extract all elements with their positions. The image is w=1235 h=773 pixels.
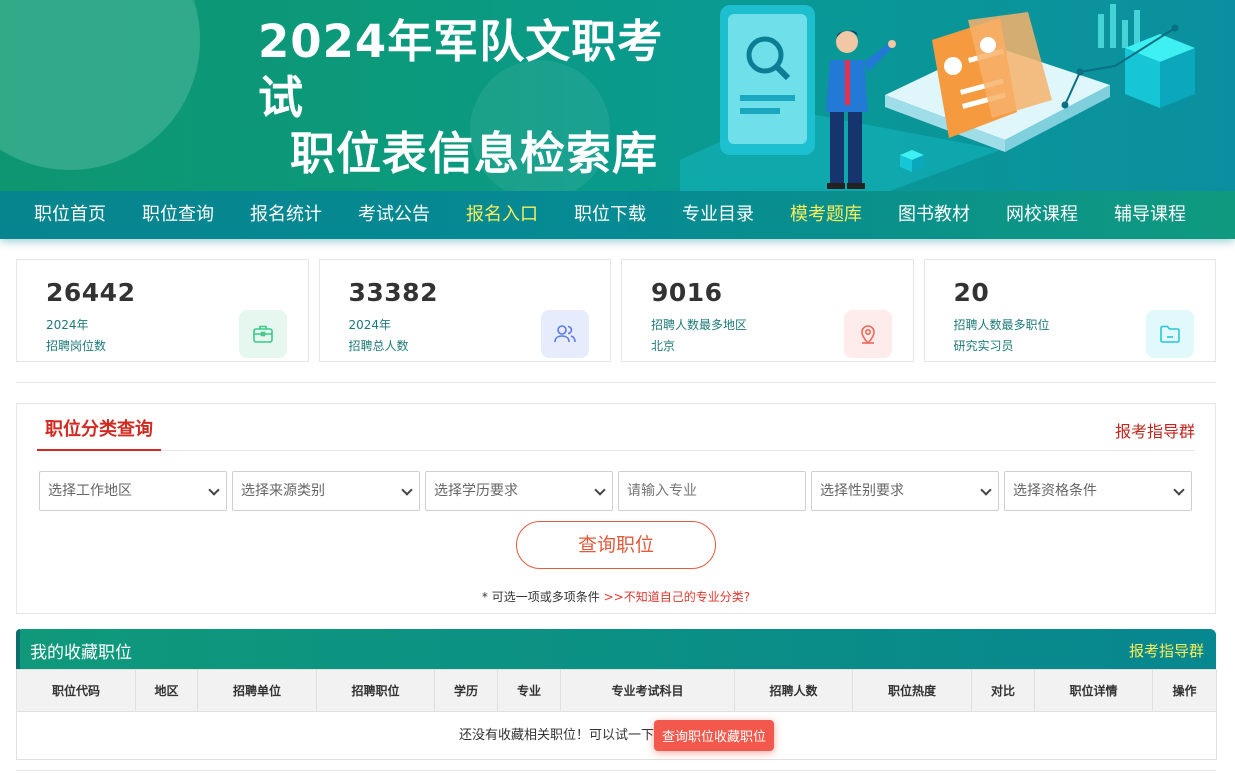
major-input[interactable]: 请输入专业 [618, 471, 806, 511]
briefcase-icon [238, 310, 287, 358]
major-category-link[interactable]: >>不知道自己的专业分类? [604, 590, 750, 604]
stat-card-top-position: 20 招聘人数最多职位 研究实习员 [923, 259, 1216, 362]
education-select[interactable]: 选择学历要求 [425, 471, 613, 511]
region-select[interactable]: 选择工作地区 [39, 471, 227, 511]
favorites-guide-link[interactable]: 报考指导群 [1129, 640, 1204, 661]
search-favorite-button[interactable]: 查询职位收藏职位 [654, 720, 775, 751]
nav-item-home[interactable]: 职位首页 [16, 191, 124, 239]
favorites-header: 我的收藏职位 报考指导群 [16, 629, 1216, 669]
gender-select[interactable]: 选择性别要求 [811, 471, 999, 511]
stat-card-positions: 26442 2024年 招聘岗位数 [16, 259, 309, 362]
nav-item-tutoring[interactable]: 辅导课程 [1096, 191, 1204, 239]
col-job-code: 职位代码 [16, 669, 136, 712]
col-employer: 招聘单位 [197, 669, 317, 712]
empty-message: 还没有收藏相关职位！可以试一下 [458, 728, 654, 743]
qualification-select[interactable]: 选择资格条件 [1004, 471, 1192, 511]
nav-item-registration-stats[interactable]: 报名统计 [232, 191, 340, 239]
stat-value: 20 [953, 278, 990, 307]
nav-item-online-courses[interactable]: 网校课程 [988, 191, 1096, 239]
search-jobs-button[interactable]: 查询职位 [516, 521, 716, 569]
banner-title-line2: 职位表信息检索库 [290, 127, 659, 180]
nav-item-registration-entry[interactable]: 报名入口 [448, 191, 556, 239]
col-details: 职位详情 [1034, 669, 1153, 712]
folder-icon [1146, 310, 1194, 358]
col-hire-count: 招聘人数 [734, 669, 853, 712]
source-select[interactable]: 选择来源类别 [232, 471, 420, 511]
hint-text: * 可选一项或多项条件 [481, 590, 600, 604]
banner-glow [0, 0, 200, 170]
col-position: 招聘职位 [316, 669, 435, 712]
header-banner: 2024年军队文职考试 职位表信息检索库 [0, 0, 1235, 191]
col-major: 专业 [497, 669, 561, 712]
favorites-table: 职位代码 地区 招聘单位 招聘职位 学历 专业 专业考试科目 招聘人数 职位热度… [16, 669, 1217, 760]
guide-group-link[interactable]: 报考指导群 [1115, 418, 1195, 442]
empty-row: 还没有收藏相关职位！可以试一下 查询职位收藏职位 [16, 711, 1217, 760]
col-actions: 操作 [1152, 669, 1217, 712]
empty-message-cell: 还没有收藏相关职位！可以试一下 查询职位收藏职位 [16, 711, 1217, 760]
banner-title: 2024年军队文职考试 职位表信息检索库 [258, 14, 698, 182]
col-exam-subject: 专业考试科目 [560, 669, 735, 712]
nav-item-exam-notice[interactable]: 考试公告 [340, 191, 448, 239]
col-compare: 对比 [971, 669, 1035, 712]
job-search-panel: 职位分类查询 报考指导群 选择工作地区 选择来源类别 选择学历要求 请输入专业 … [16, 403, 1216, 614]
favorites-title: 我的收藏职位 [30, 643, 132, 663]
users-icon [541, 310, 589, 358]
nav-item-job-download[interactable]: 职位下载 [556, 191, 664, 239]
panel-header: 职位分类查询 报考指导群 [37, 404, 1195, 451]
nav-item-mock-exam[interactable]: 模考题库 [772, 191, 880, 239]
banner-title-line1: 2024年军队文职考试 [258, 15, 664, 124]
col-popularity: 职位热度 [852, 669, 972, 712]
nav-item-job-search[interactable]: 职位查询 [124, 191, 232, 239]
nav-item-major-catalog[interactable]: 专业目录 [664, 191, 772, 239]
nav-item-books[interactable]: 图书教材 [880, 191, 988, 239]
stat-value: 26442 [46, 278, 136, 307]
stat-card-total-hires: 33382 2024年 招聘总人数 [318, 259, 611, 362]
table-header-row: 职位代码 地区 招聘单位 招聘职位 学历 专业 专业考试科目 招聘人数 职位热度… [16, 669, 1217, 712]
banner-illustration [680, 4, 1195, 191]
search-hint: * 可选一项或多项条件 >>不知道自己的专业分类? [17, 588, 1215, 605]
divider [16, 770, 1216, 771]
panel-title: 职位分类查询 [37, 404, 161, 451]
stat-card-top-region: 9016 招聘人数最多地区 北京 [621, 259, 914, 362]
stat-value: 33382 [348, 278, 438, 307]
col-education: 学历 [434, 669, 498, 712]
divider [16, 382, 1216, 383]
filter-row: 选择工作地区 选择来源类别 选择学历要求 请输入专业 选择性别要求 选择资格条件 [39, 471, 1192, 511]
stats-row: 26442 2024年 招聘岗位数 33382 2024年 招聘总人数 9016… [16, 259, 1216, 362]
main-nav: 职位首页 职位查询 报名统计 考试公告 报名入口 职位下载 专业目录 模考题库 … [0, 191, 1235, 239]
col-region: 地区 [135, 669, 198, 712]
location-icon [843, 310, 892, 358]
stat-value: 9016 [651, 278, 723, 307]
